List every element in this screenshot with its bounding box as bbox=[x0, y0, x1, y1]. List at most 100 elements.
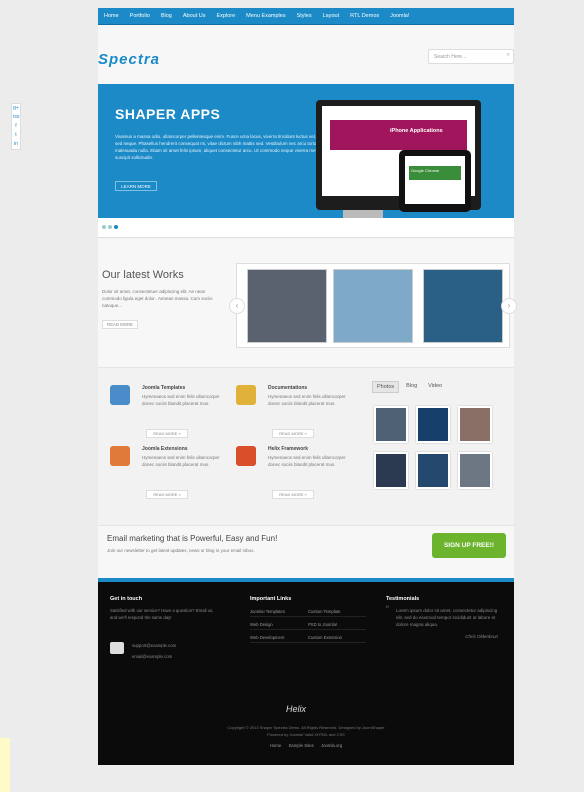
tab-photos[interactable]: Photos bbox=[372, 381, 400, 393]
footer-heading: Testimonials bbox=[386, 596, 420, 602]
quote-icon: “ bbox=[386, 604, 389, 614]
nav-item-layout[interactable]: Layout bbox=[323, 13, 340, 19]
nav-item-about[interactable]: About Us bbox=[183, 13, 206, 19]
works-text: Dolor sit amet, consectetuer adipiscing … bbox=[102, 289, 213, 308]
footer-get-in-touch: Get in touch Satisfied with our service?… bbox=[110, 596, 220, 659]
footer-link[interactable]: Joomla! Templates bbox=[250, 607, 308, 617]
monitor-stand bbox=[343, 210, 383, 218]
footer-testimonials: Testimonials “ Lorem ipsum dolor sit amet… bbox=[386, 596, 498, 639]
twitter-icon[interactable]: t bbox=[12, 131, 20, 140]
footer-link[interactable]: Custom Template bbox=[308, 607, 366, 617]
photo-thumbnail[interactable] bbox=[458, 406, 492, 443]
extensions-house-icon bbox=[110, 446, 130, 466]
feature-title[interactable]: Helix Framework bbox=[268, 446, 308, 452]
google-plus-icon[interactable]: g+ bbox=[12, 104, 20, 113]
tab-blog[interactable]: Blog bbox=[402, 381, 421, 393]
carousel-prev-icon[interactable]: ‹ bbox=[229, 298, 245, 314]
carousel-next-icon[interactable]: › bbox=[501, 298, 517, 314]
work-thumbnail[interactable] bbox=[423, 269, 503, 343]
tab-video[interactable]: Video bbox=[424, 381, 446, 393]
footer-heading: Important Links bbox=[250, 596, 292, 602]
support-email-link[interactable]: support@example.com bbox=[132, 642, 176, 649]
nav-item-portfolio[interactable]: Portfolio bbox=[130, 13, 150, 19]
slide-dot[interactable] bbox=[108, 225, 112, 229]
page-container: Spectra Search Here... ⌕ SHAPER APPS Viv… bbox=[98, 25, 517, 765]
feature-title[interactable]: Documentations bbox=[268, 385, 307, 391]
work-thumbnail[interactable] bbox=[247, 269, 327, 343]
footer-link-joomla-org[interactable]: Joomla.org bbox=[321, 743, 342, 748]
feature-title[interactable]: Joomla Templates bbox=[142, 385, 185, 391]
footer-link[interactable]: PSD to Joomla! bbox=[308, 620, 366, 630]
feature-text: Hymenaeos sed enim felis ullamcorper don… bbox=[268, 394, 346, 406]
tablet-image: Google Chrome bbox=[399, 150, 471, 212]
photo-thumbnail[interactable] bbox=[416, 452, 450, 489]
helix-logo[interactable]: Helix bbox=[286, 704, 306, 714]
photo-thumbnail[interactable] bbox=[416, 406, 450, 443]
photo-thumbnail[interactable] bbox=[374, 406, 408, 443]
hero-text: Vivamus a massa odio, ullamcorper pellen… bbox=[115, 134, 330, 160]
top-navigation: Home Portfolio Blog About Us Explore Men… bbox=[98, 8, 514, 25]
footer-link[interactable]: Custom Extension bbox=[308, 633, 366, 643]
read-more-button[interactable]: READ MORE » bbox=[272, 490, 314, 499]
facebook-icon[interactable]: f bbox=[12, 122, 20, 131]
works-title: Our latest Works bbox=[102, 269, 184, 281]
footer: Get in touch Satisfied with our service?… bbox=[98, 578, 514, 765]
documentation-icon bbox=[236, 385, 256, 405]
works-read-more-button[interactable]: READ MORE bbox=[102, 320, 138, 329]
nav-item-joomla[interactable]: Joomla! bbox=[390, 13, 409, 19]
read-more-button[interactable]: READ MORE » bbox=[146, 490, 188, 499]
contact-email-link[interactable]: email@example.com bbox=[132, 653, 172, 660]
learn-more-button[interactable]: LEARN MORE bbox=[115, 181, 157, 191]
powered-by-line: Powered by Joomla! Valid XHTML and CSS bbox=[267, 732, 345, 737]
copyright-text: Copyright © 2013 Shaper Spectra Demo. Al… bbox=[98, 724, 514, 738]
nav-item-styles[interactable]: Styles bbox=[297, 13, 312, 19]
envelope-icon bbox=[110, 642, 124, 654]
newsletter-title: Email marketing that is Powerful, Easy a… bbox=[107, 534, 278, 543]
work-thumbnail[interactable] bbox=[333, 269, 413, 343]
newsletter-section: Email marketing that is Powerful, Easy a… bbox=[98, 525, 514, 576]
footer-link-sample-sites[interactable]: Sample Sites bbox=[288, 743, 313, 748]
social-sidebar: g+ rss f t in bbox=[11, 103, 21, 150]
site-logo[interactable]: Spectra bbox=[98, 51, 160, 68]
footer-important-links: Important Links Joomla! Templates Custom… bbox=[250, 596, 366, 643]
slide-dot-active[interactable] bbox=[114, 225, 118, 229]
screen-title: iPhone Applications bbox=[390, 128, 443, 134]
joomla-templates-icon bbox=[110, 385, 130, 405]
footer-heading: Get in touch bbox=[110, 596, 143, 602]
nav-item-menu-examples[interactable]: Menu Examples bbox=[246, 13, 285, 19]
feature-text: Hymenaeos sed enim felis ullamcorper don… bbox=[142, 455, 220, 467]
hero-title: SHAPER APPS bbox=[115, 106, 221, 122]
read-more-button[interactable]: READ MORE » bbox=[146, 429, 188, 438]
feature-title[interactable]: Joomla Extensions bbox=[142, 446, 188, 452]
copyright-line: Copyright © 2013 Shaper Spectra Demo. Al… bbox=[227, 725, 385, 730]
works-carousel: ‹ › bbox=[229, 263, 517, 348]
nav-item-explore[interactable]: Explore bbox=[217, 13, 236, 19]
slide-dot[interactable] bbox=[102, 225, 106, 229]
latest-works-section: Our latest Works Dolor sit amet, consect… bbox=[98, 263, 517, 349]
footer-link-home[interactable]: Home bbox=[270, 743, 281, 748]
media-tabs: Photos Blog Video bbox=[372, 381, 446, 393]
slider-pager bbox=[98, 218, 514, 238]
nav-item-rtl[interactable]: RTL Demos bbox=[350, 13, 379, 19]
newsletter-subtitle: Join our newsletter to get latest update… bbox=[107, 548, 255, 553]
feature-text: Hymenaeos sed enim felis ullamcorper don… bbox=[268, 455, 346, 467]
search-input[interactable]: Search Here... bbox=[428, 49, 514, 64]
tablet-title: Google Chrome bbox=[409, 166, 461, 180]
nav-item-blog[interactable]: Blog bbox=[161, 13, 172, 19]
rss-icon[interactable]: rss bbox=[12, 113, 20, 122]
footer-text: Satisfied with our service? Have a quest… bbox=[110, 608, 214, 620]
sign-up-button[interactable]: SIGN UP FREE!! bbox=[432, 533, 506, 558]
footer-link[interactable]: Web Design bbox=[250, 620, 308, 630]
linkedin-icon[interactable]: in bbox=[12, 140, 20, 149]
photo-thumbnail[interactable] bbox=[458, 452, 492, 489]
testimonial-text: Lorem ipsum dolor sit amet, consectetur … bbox=[396, 608, 498, 627]
hero-slider: SHAPER APPS Vivamus a massa odio, ullamc… bbox=[98, 84, 514, 218]
feature-text: Hymenaeos sed enim felis ullamcorper don… bbox=[142, 394, 220, 406]
page-edge-highlight bbox=[0, 738, 10, 792]
read-more-button[interactable]: READ MORE » bbox=[272, 429, 314, 438]
footer-bottom-links: Home Sample Sites Joomla.org bbox=[98, 743, 514, 748]
photo-thumbnail[interactable] bbox=[374, 452, 408, 489]
footer-link[interactable]: Web Development bbox=[250, 633, 308, 643]
nav-item-home[interactable]: Home bbox=[104, 13, 119, 19]
helix-framework-icon bbox=[236, 446, 256, 466]
